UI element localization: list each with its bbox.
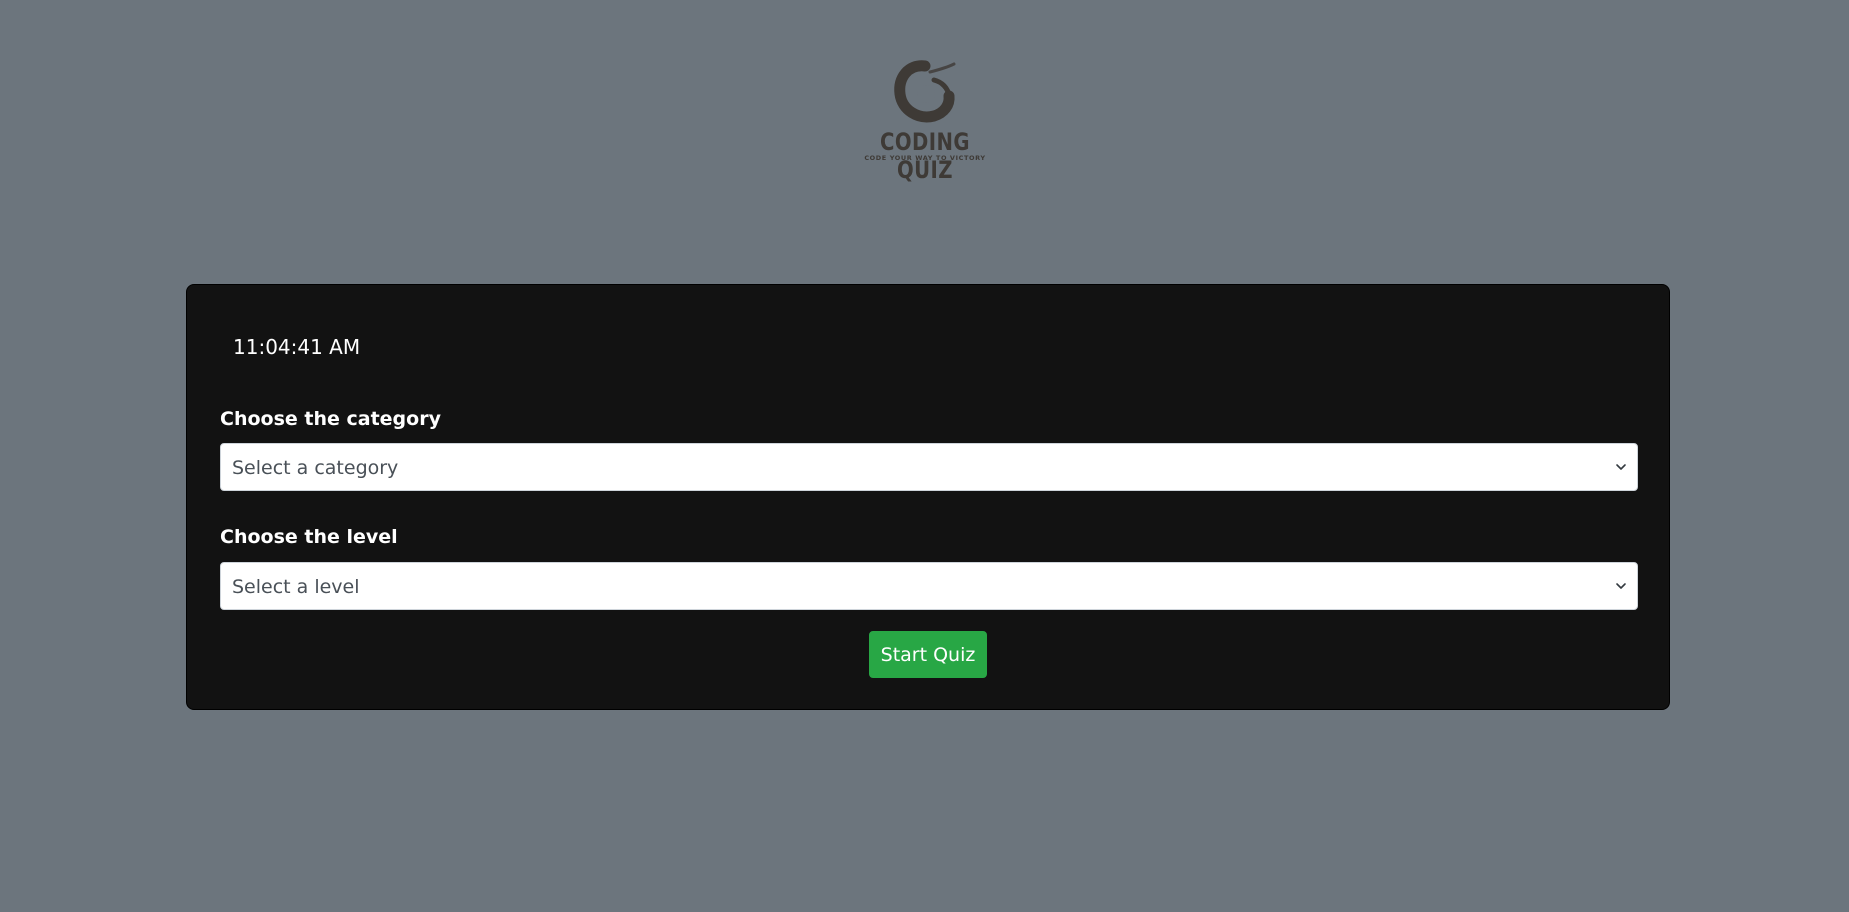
coding-quiz-logo: CODING QUIZ CODE YOUR WAY TO VICTORY (850, 58, 1000, 184)
chevron-down-icon (1616, 583, 1626, 589)
current-time: 11:04:41 AM (233, 335, 361, 359)
category-select-value: Select a category (232, 457, 399, 479)
logo-tagline: CODE YOUR WAY TO VICTORY (864, 154, 986, 162)
level-select-value: Select a level (232, 576, 360, 598)
start-quiz-button[interactable]: Start Quiz (869, 631, 987, 678)
level-label: Choose the level (220, 526, 398, 548)
category-select[interactable]: Select a category (220, 443, 1638, 491)
level-select[interactable]: Select a level (220, 562, 1638, 610)
quiz-setup-panel: 11:04:41 AM Choose the category Select a… (186, 284, 1670, 710)
chevron-down-icon (1616, 464, 1626, 470)
category-label: Choose the category (220, 408, 441, 430)
